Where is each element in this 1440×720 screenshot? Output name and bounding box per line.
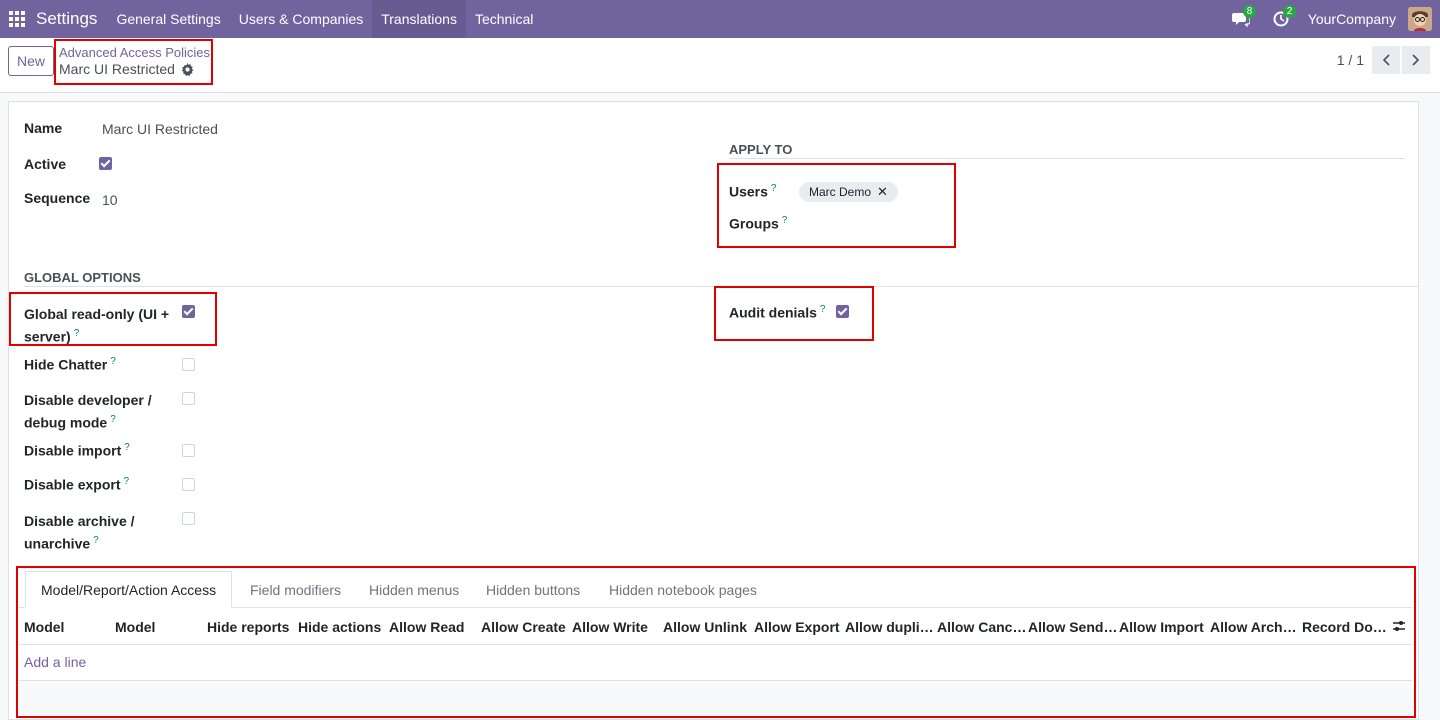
active-label: Active — [24, 156, 67, 172]
hide-chatter-label: Hide Chatter? — [24, 356, 116, 373]
disable-dev-label: Disable developer / debug mode? — [24, 390, 152, 433]
pager-next-button[interactable] — [1402, 46, 1430, 74]
disable-archive-label-line1: Disable archive / — [24, 513, 135, 529]
messages-icon[interactable]: 8 — [1228, 0, 1257, 38]
active-checkbox[interactable] — [99, 157, 112, 170]
activities-badge: 2 — [1282, 5, 1297, 18]
apps-menu-icon[interactable] — [0, 0, 34, 38]
name-label: Name — [24, 120, 63, 136]
sequence-field[interactable]: 10 — [102, 192, 118, 208]
disable-dev-label-line2: debug mode — [24, 414, 108, 431]
disable-archive-label-line2: unarchive — [24, 535, 91, 552]
disable-archive-label: Disable archive / unarchive? — [24, 511, 135, 554]
apply-to-divider — [729, 158, 1405, 159]
help-icon[interactable]: ? — [123, 476, 129, 487]
help-icon[interactable]: ? — [124, 442, 130, 453]
new-button[interactable]: New — [8, 46, 54, 76]
messages-badge: 8 — [1242, 5, 1257, 18]
control-panel: New Advanced Access Policies Marc UI Res… — [0, 38, 1440, 93]
disable-export-label-text: Disable export — [24, 476, 121, 493]
company-switcher[interactable]: YourCompany — [1308, 11, 1396, 27]
chevron-right-icon — [1412, 54, 1420, 66]
help-icon[interactable]: ? — [93, 535, 99, 546]
menu-translations[interactable]: Translations — [372, 0, 466, 38]
highlight-notebook — [16, 566, 1416, 718]
highlight-audit-denials — [714, 286, 874, 341]
menu-general-settings[interactable]: General Settings — [107, 0, 229, 38]
pager-value[interactable]: 1 / 1 — [1337, 52, 1364, 68]
disable-export-checkbox[interactable] — [182, 478, 195, 491]
pager-previous-button[interactable] — [1372, 46, 1400, 74]
hide-chatter-label-text: Hide Chatter — [24, 356, 108, 373]
menu-technical[interactable]: Technical — [466, 0, 542, 38]
activities-icon[interactable]: 2 — [1268, 0, 1297, 38]
highlight-apply-to — [717, 163, 956, 248]
disable-import-checkbox[interactable] — [182, 444, 195, 457]
app-name[interactable]: Settings — [36, 9, 97, 29]
disable-archive-checkbox[interactable] — [182, 512, 195, 525]
help-icon[interactable]: ? — [110, 414, 116, 425]
disable-dev-label-line1: Disable developer / — [24, 392, 152, 408]
disable-dev-checkbox[interactable] — [182, 392, 195, 405]
name-field[interactable]: Marc UI Restricted — [102, 121, 218, 137]
menu-users-companies[interactable]: Users & Companies — [230, 0, 373, 38]
apply-to-title: APPLY TO — [729, 142, 793, 157]
top-navbar: Settings General Settings Users & Compan… — [0, 0, 1440, 38]
disable-import-label-text: Disable import — [24, 442, 122, 459]
highlight-global-readonly — [9, 292, 217, 346]
disable-export-label: Disable export? — [24, 476, 129, 493]
hide-chatter-checkbox[interactable] — [182, 358, 195, 371]
help-icon[interactable]: ? — [110, 356, 116, 367]
chevron-left-icon — [1382, 54, 1390, 66]
user-avatar[interactable] — [1408, 7, 1432, 31]
global-options-title: GLOBAL OPTIONS — [24, 270, 141, 285]
sequence-label: Sequence — [24, 190, 91, 206]
disable-import-label: Disable import? — [24, 442, 130, 459]
highlight-breadcrumb — [54, 39, 213, 85]
